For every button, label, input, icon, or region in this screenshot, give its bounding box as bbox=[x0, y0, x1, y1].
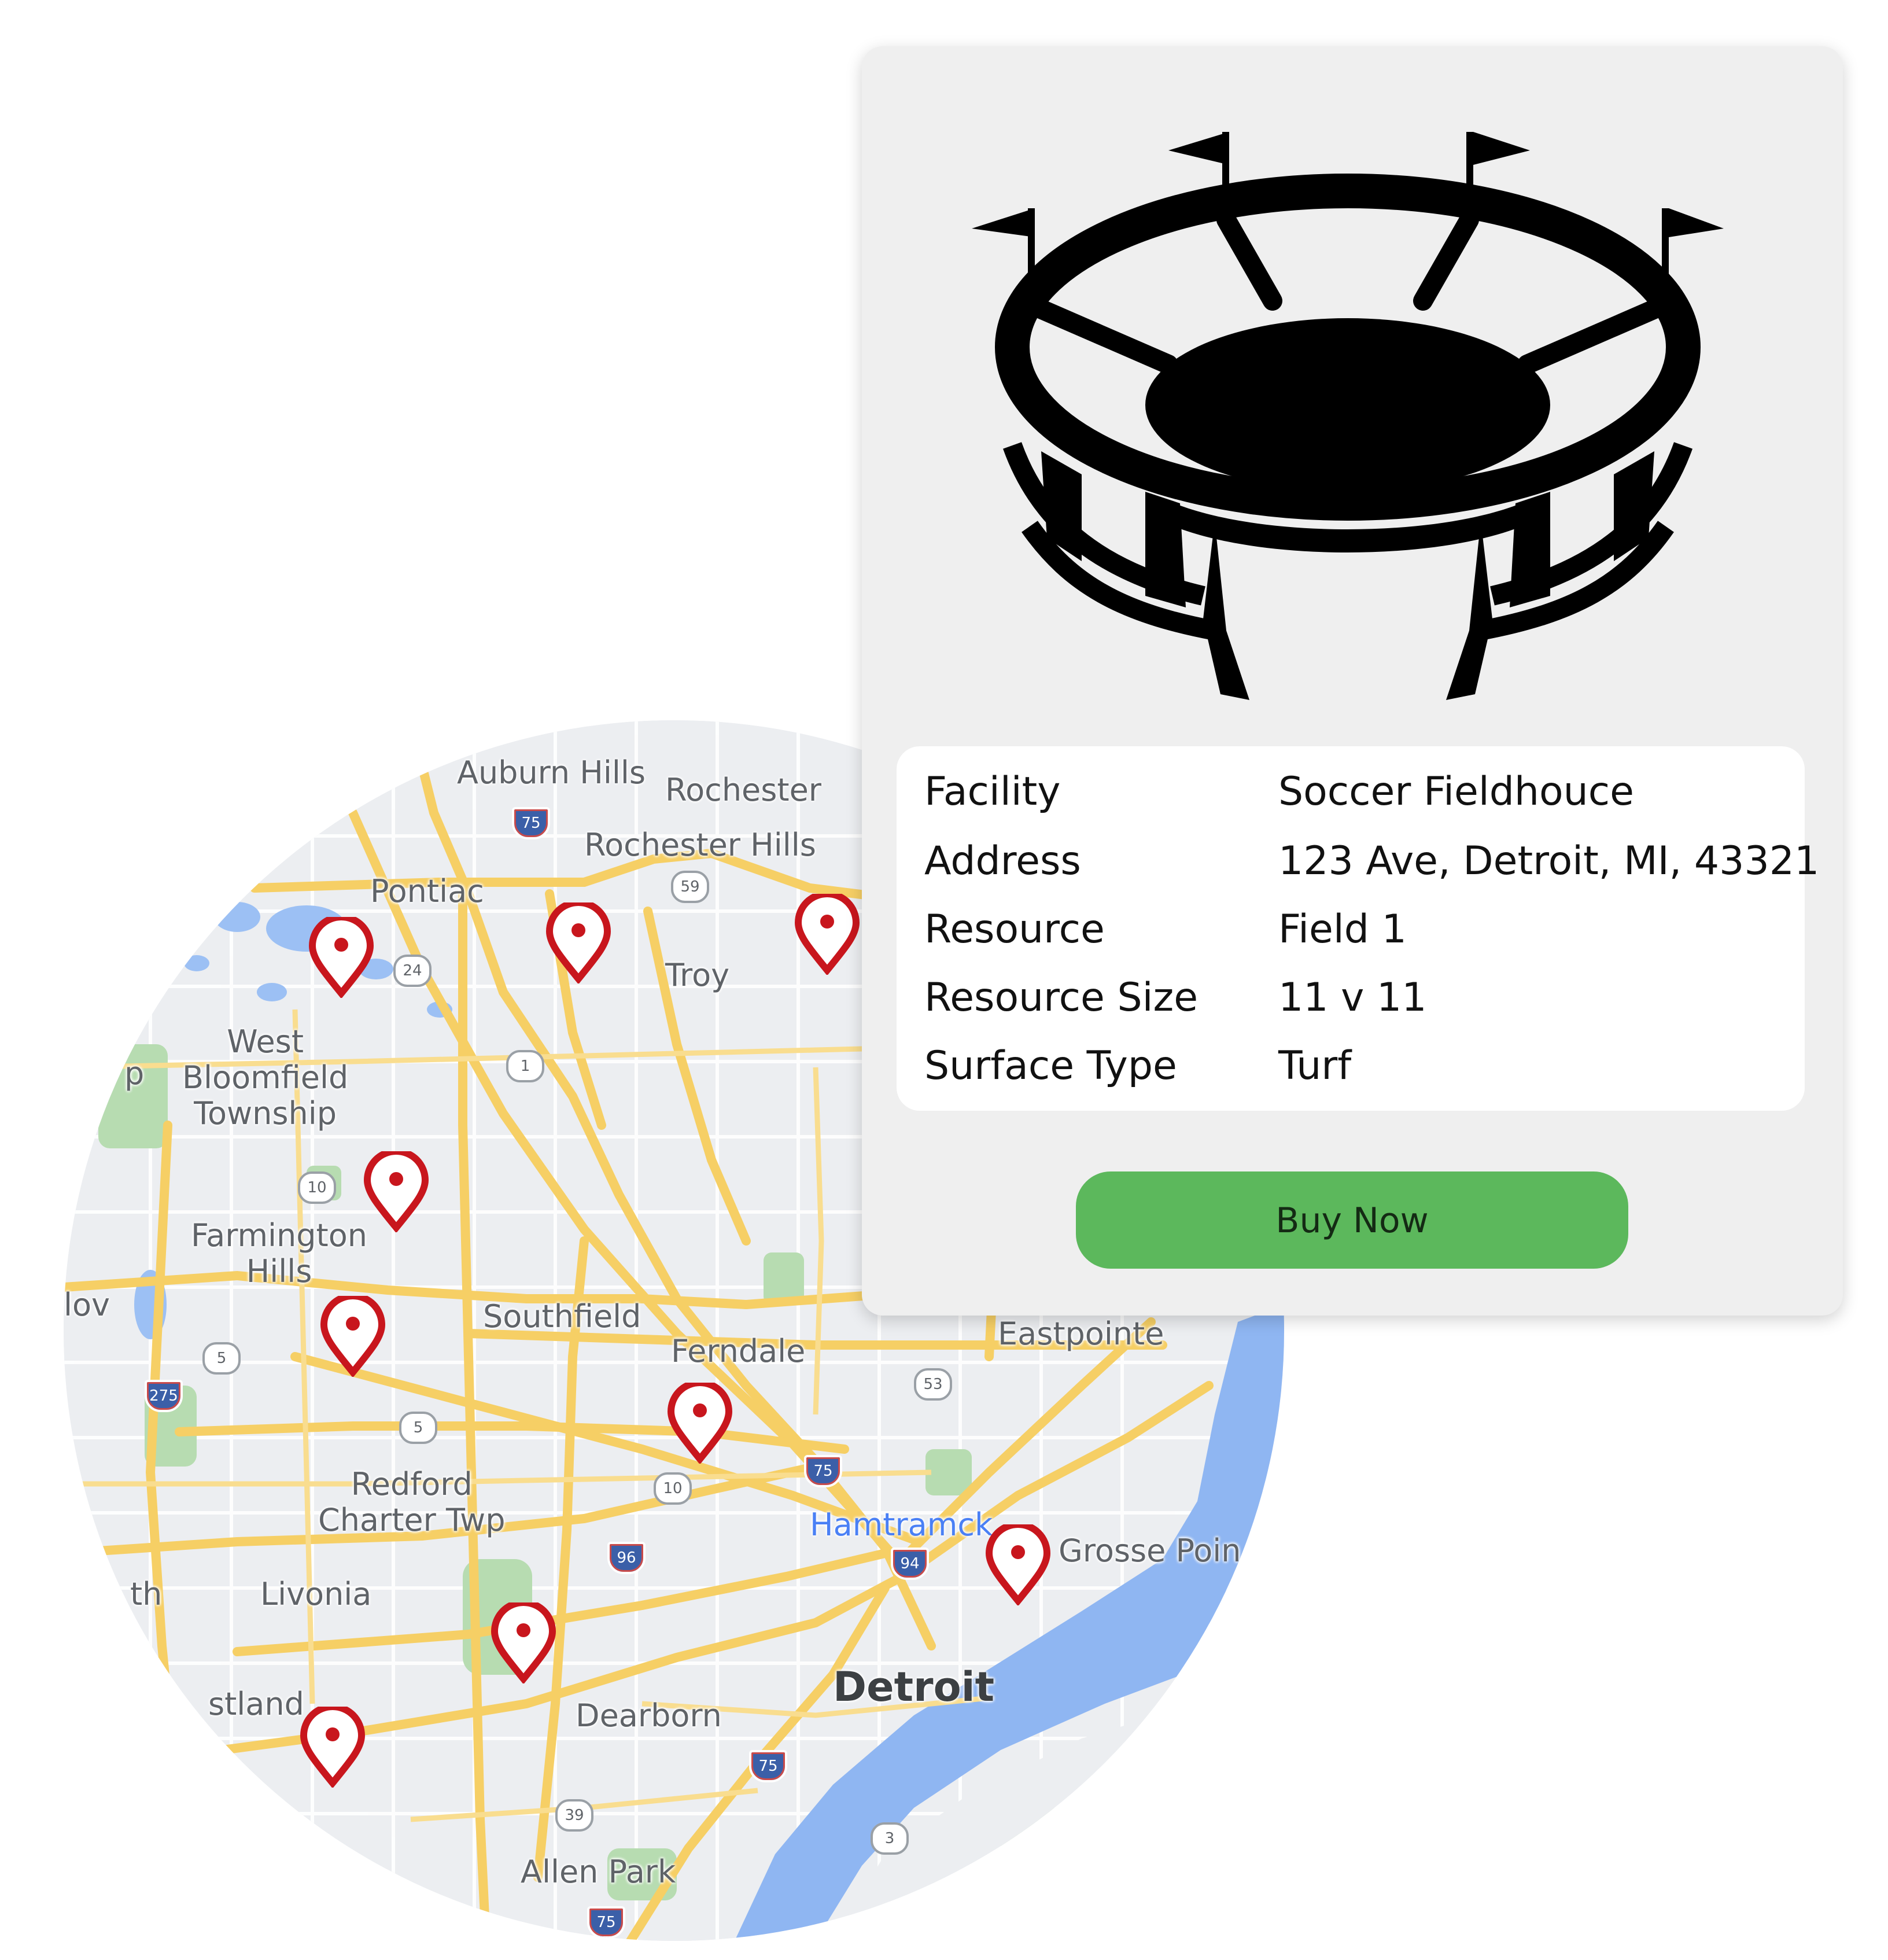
route-shield-24: 24 bbox=[393, 955, 432, 987]
detail-label: Resource Size bbox=[924, 975, 1199, 1020]
location-pin[interactable] bbox=[318, 1296, 388, 1377]
detail-value: 11 v 11 bbox=[1278, 975, 1427, 1020]
map-label-westland: stland bbox=[208, 1686, 304, 1722]
map-label-eastpointe: Eastpointe bbox=[998, 1316, 1164, 1352]
detail-label: Facility bbox=[924, 769, 1061, 815]
route-shield-275: 275 bbox=[145, 1380, 183, 1412]
location-pin[interactable] bbox=[489, 1602, 558, 1683]
map-label-redford: Redford Charter Twp bbox=[318, 1466, 506, 1538]
route-shield-10: 10 bbox=[654, 1472, 692, 1505]
map-label-pontiac: Pontiac bbox=[370, 873, 484, 909]
map-pin-icon bbox=[794, 894, 860, 975]
detail-row-resource: Resource Field 1 bbox=[897, 896, 1805, 964]
location-pin[interactable] bbox=[307, 917, 376, 998]
route-shield-75: 75 bbox=[587, 1906, 625, 1939]
map-pin-icon bbox=[308, 917, 374, 998]
route-shield-75: 75 bbox=[804, 1455, 842, 1487]
location-pin[interactable] bbox=[298, 1707, 367, 1788]
map-label-troy: Troy bbox=[665, 957, 730, 993]
route-shield-3: 3 bbox=[871, 1822, 909, 1855]
map-label-rochester-hills: Rochester Hills bbox=[584, 827, 816, 863]
map-pin-icon bbox=[320, 1296, 386, 1377]
detail-row-facility: Facility Soccer Fieldhouce bbox=[897, 758, 1805, 826]
detail-row-surface-type: Surface Type Turf bbox=[897, 1032, 1805, 1100]
map-label-rochester: Rochester bbox=[665, 772, 821, 808]
map-label-edge-2: th bbox=[130, 1576, 163, 1612]
route-shield-39: 39 bbox=[555, 1799, 593, 1832]
route-shield-75: 75 bbox=[749, 1750, 787, 1782]
map-label-edge: p bbox=[124, 1055, 145, 1092]
route-shield-59: 59 bbox=[671, 871, 709, 903]
map-label-novi: lov bbox=[64, 1287, 110, 1323]
map-pin-icon bbox=[985, 1524, 1051, 1605]
buy-now-button[interactable]: Buy Now bbox=[1076, 1171, 1628, 1269]
map-pin-icon bbox=[491, 1602, 556, 1683]
route-shield-5: 5 bbox=[399, 1412, 437, 1444]
detail-label: Surface Type bbox=[924, 1043, 1177, 1089]
stadium-icon bbox=[972, 121, 1724, 700]
facility-details-table: Facility Soccer Fieldhouce Address 123 A… bbox=[897, 746, 1819, 1111]
facility-card: Facility Soccer Fieldhouce Address 123 A… bbox=[862, 46, 1843, 1316]
map-pin-icon bbox=[363, 1151, 429, 1232]
location-pin[interactable] bbox=[362, 1151, 431, 1232]
detail-row-address: Address 123 Ave, Detroit, MI, 43321 bbox=[897, 827, 1819, 896]
route-shield-75: 75 bbox=[512, 807, 550, 839]
map-label-southfield: Southfield bbox=[483, 1298, 641, 1335]
detail-value: Turf bbox=[1278, 1043, 1352, 1089]
location-pin[interactable] bbox=[665, 1383, 735, 1464]
location-pin[interactable] bbox=[792, 894, 862, 975]
map-label-allen-park: Allen Park bbox=[521, 1854, 676, 1890]
map-label-livonia: Livonia bbox=[260, 1576, 372, 1612]
detail-value: Field 1 bbox=[1278, 907, 1407, 952]
map-pin-icon bbox=[300, 1707, 366, 1788]
route-shield-96: 96 bbox=[607, 1542, 646, 1574]
location-pin[interactable] bbox=[983, 1524, 1053, 1605]
map-pin-icon bbox=[667, 1383, 733, 1464]
location-pin[interactable] bbox=[544, 902, 613, 983]
map-label-dearborn: Dearborn bbox=[576, 1697, 722, 1734]
route-shield-53: 53 bbox=[914, 1368, 952, 1401]
map-label-detroit: Detroit bbox=[833, 1663, 995, 1711]
map-label-west-bloomfield: West Bloomfield Township bbox=[182, 1023, 349, 1132]
route-shield-5: 5 bbox=[202, 1342, 241, 1375]
map-label-farmington-hills: Farmington Hills bbox=[191, 1217, 367, 1290]
map-label-grosse-pointe: Grosse Poin bbox=[1059, 1532, 1241, 1569]
detail-label: Address bbox=[924, 838, 1081, 884]
detail-row-resource-size: Resource Size 11 v 11 bbox=[897, 964, 1805, 1032]
detail-value: 123 Ave, Detroit, MI, 43321 bbox=[1278, 838, 1820, 884]
detail-label: Resource bbox=[924, 907, 1105, 952]
route-shield-1: 1 bbox=[506, 1050, 544, 1082]
map-pin-icon bbox=[545, 902, 611, 983]
route-shield-94: 94 bbox=[891, 1548, 929, 1580]
map-label-hamtramck: Hamtramck bbox=[810, 1506, 993, 1543]
route-shield-10: 10 bbox=[298, 1171, 336, 1204]
map-label-auburn-hills: Auburn Hills bbox=[457, 754, 646, 791]
detail-value: Soccer Fieldhouce bbox=[1278, 769, 1634, 815]
map-label-ferndale: Ferndale bbox=[671, 1333, 806, 1369]
